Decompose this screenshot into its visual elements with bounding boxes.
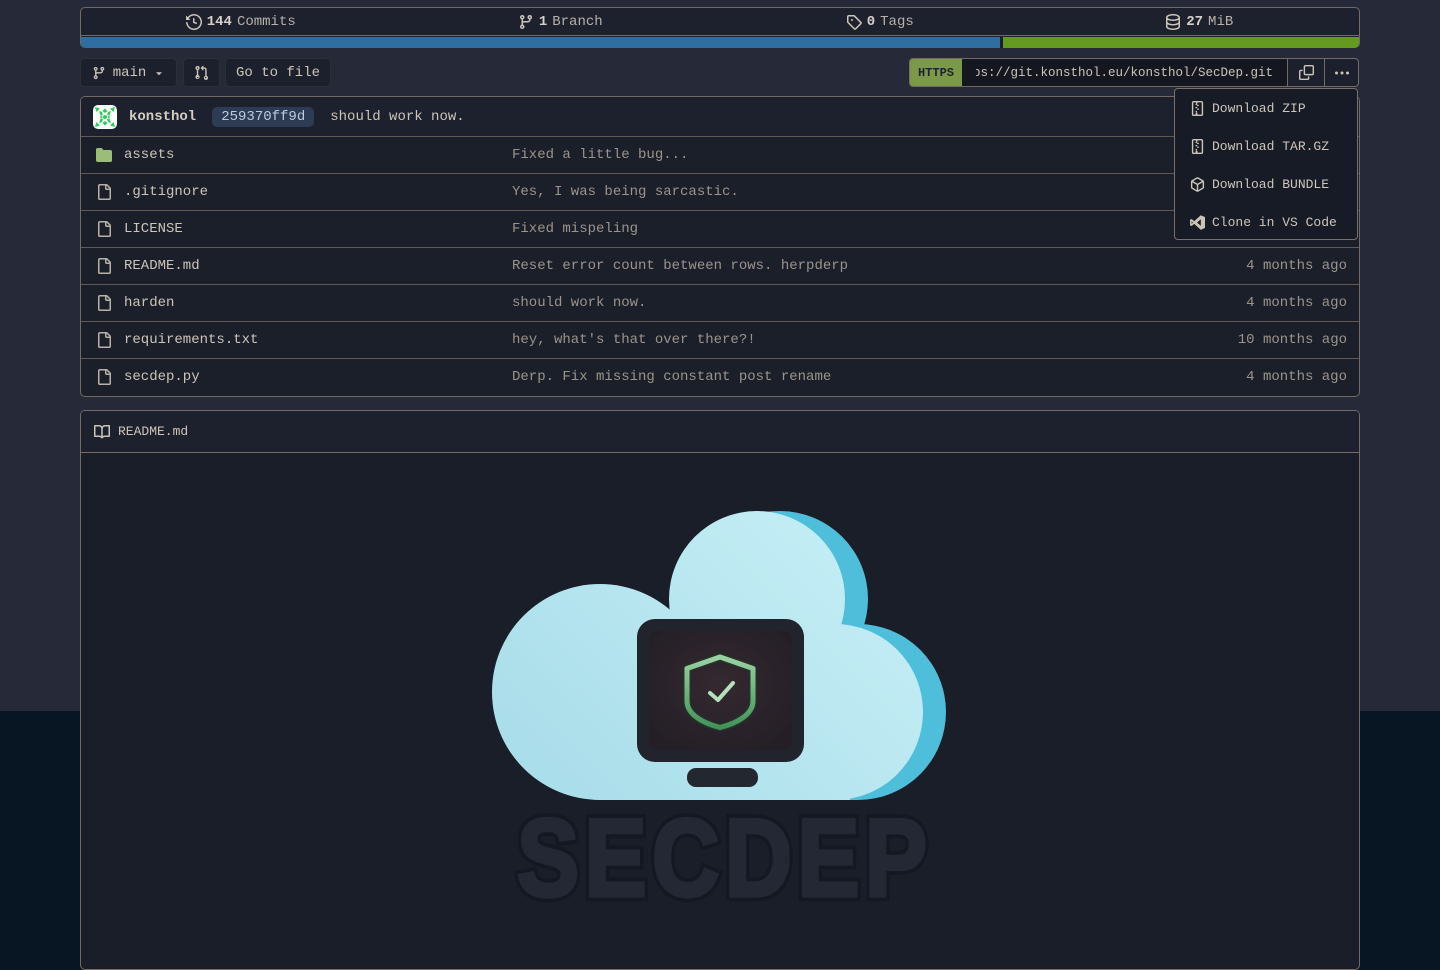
svg-text:SECDEP: SECDEP — [517, 796, 927, 905]
